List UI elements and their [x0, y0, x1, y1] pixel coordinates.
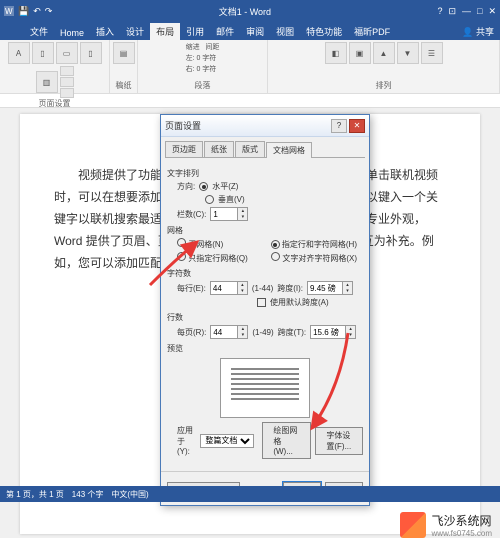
char-pitch-spinner[interactable]: ▴▾ — [307, 281, 353, 295]
position-button[interactable]: ◧ — [325, 42, 347, 64]
apply-to-select[interactable]: 整篇文档 — [200, 434, 254, 448]
tab-view[interactable]: 视图 — [270, 23, 300, 40]
indent-right[interactable]: 右: 0 字符 — [186, 64, 217, 74]
line-numbers-button[interactable] — [60, 77, 74, 87]
per-line-range: (1-44) — [252, 284, 273, 293]
preview-box — [220, 358, 310, 418]
radio-char-align[interactable] — [271, 252, 280, 261]
dialog-title: 页面设置 — [165, 119, 201, 132]
section-lines: 行数 — [167, 312, 363, 323]
wrap-button[interactable]: ▣ — [349, 42, 371, 64]
columns-label: 栏数(C): — [177, 209, 206, 220]
per-line-spinner[interactable]: ▴▾ — [210, 281, 248, 295]
tab-references[interactable]: 引用 — [180, 23, 210, 40]
radio-line-char-grid[interactable] — [271, 240, 280, 249]
title-bar: W 💾 ↶ ↷ 文档1 - Word ? ⊡ — □ ✕ — [0, 0, 500, 22]
section-chars: 字符数 — [167, 268, 363, 279]
bring-forward-button[interactable]: ▲ — [373, 42, 395, 64]
per-line-label: 每行(E): — [177, 283, 206, 294]
tab-special[interactable]: 特色功能 — [300, 23, 348, 40]
word-icon: W — [4, 6, 14, 16]
selection-pane-button[interactable]: ☰ — [421, 42, 443, 64]
page-setup-dialog: 页面设置 ? ✕ 页边距 纸张 版式 文档网格 文字排列 方向: 水平(Z) 垂… — [160, 114, 370, 506]
status-page[interactable]: 第 1 页，共 1 页 — [6, 489, 64, 500]
status-bar: 第 1 页，共 1 页 143 个字 中文(中国) — [0, 486, 500, 502]
window-maximize-icon[interactable]: □ — [477, 6, 482, 16]
status-lang[interactable]: 中文(中国) — [111, 489, 148, 500]
line-pitch-label: 跨度(T): — [278, 327, 306, 338]
dialog-tabs: 页边距 纸张 版式 文档网格 — [165, 141, 365, 158]
document-title: 文档1 - Word — [52, 5, 437, 18]
watermark-url: www.fs0745.com — [432, 529, 492, 538]
section-grid: 网格 — [167, 225, 363, 236]
group-paragraph: 段落 — [195, 80, 211, 91]
columns-button[interactable]: ▥ — [36, 71, 58, 93]
apply-to-label: 应用于(Y): — [177, 425, 196, 456]
window-close-icon[interactable]: ✕ — [488, 6, 496, 17]
size-button[interactable]: ▯ — [80, 42, 102, 64]
tab-design[interactable]: 设计 — [120, 23, 150, 40]
tab-file[interactable]: 文件 — [24, 23, 54, 40]
line-pitch-spinner[interactable]: ▴▾ — [310, 325, 356, 339]
radio-vertical[interactable] — [205, 195, 214, 204]
char-pitch-label: 跨度(I): — [277, 283, 303, 294]
section-preview: 预览 — [167, 343, 363, 354]
svg-text:W: W — [5, 7, 13, 16]
indent-left[interactable]: 左: 0 字符 — [186, 53, 217, 63]
per-page-spinner[interactable]: ▴▾ — [210, 325, 248, 339]
qat-undo-icon[interactable]: ↶ — [33, 6, 41, 17]
dtab-margins[interactable]: 页边距 — [165, 141, 203, 157]
ribbon-tabs: 文件 Home 插入 设计 布局 引用 邮件 审阅 视图 特色功能 福昕PDF … — [0, 22, 500, 40]
use-default-pitch-checkbox[interactable] — [257, 298, 266, 307]
orientation-button[interactable]: ▭ — [56, 42, 78, 64]
font-settings-button[interactable]: 字体设置(F)... — [315, 427, 363, 455]
tab-insert[interactable]: 插入 — [90, 23, 120, 40]
window-minimize-icon[interactable]: — — [462, 6, 471, 16]
draw-grid-button[interactable]: 绘图网格(W)... — [262, 422, 311, 459]
gaozhi-button[interactable]: ▤ — [113, 42, 135, 64]
text-direction-button[interactable]: A — [8, 42, 30, 64]
ribbon-options-icon[interactable]: ⊡ — [448, 6, 456, 17]
dialog-help-icon[interactable]: ? — [331, 119, 347, 133]
qat-redo-icon[interactable]: ↷ — [45, 6, 53, 17]
share-button[interactable]: 👤 共享 — [456, 23, 500, 40]
tab-home[interactable]: Home — [54, 26, 90, 40]
dtab-grid[interactable]: 文档网格 — [266, 142, 312, 158]
dtab-layout[interactable]: 版式 — [235, 141, 265, 157]
watermark-name: 飞沙系统网 — [432, 512, 492, 529]
per-page-range: (1-49) — [252, 328, 273, 337]
watermark: 飞沙系统网 www.fs0745.com — [400, 512, 492, 538]
dtab-paper[interactable]: 纸张 — [204, 141, 234, 157]
section-text-direction: 文字排列 — [167, 168, 363, 179]
hyphenation-button[interactable] — [60, 88, 74, 98]
tab-foxit[interactable]: 福昕PDF — [348, 23, 396, 40]
ribbon: A ▯ ▭ ▯ ▥ 页面设置 ▤ 稿纸 缩进 间距 左: 0 字符 右: 0 字… — [0, 40, 500, 94]
tab-mailings[interactable]: 邮件 — [210, 23, 240, 40]
radio-line-grid[interactable] — [177, 252, 186, 261]
margins-button[interactable]: ▯ — [32, 42, 54, 64]
breaks-button[interactable] — [60, 66, 74, 76]
group-gaozhi: 稿纸 — [116, 80, 132, 91]
status-words[interactable]: 143 个字 — [72, 489, 104, 500]
columns-spinner[interactable]: ▴▾ — [210, 207, 248, 221]
watermark-logo-icon — [400, 512, 426, 538]
direction-label: 方向: — [177, 181, 195, 192]
qat-save-icon[interactable]: 💾 — [18, 6, 29, 17]
send-backward-button[interactable]: ▼ — [397, 42, 419, 64]
window-help-icon[interactable]: ? — [437, 6, 442, 16]
tab-review[interactable]: 审阅 — [240, 23, 270, 40]
radio-no-grid[interactable] — [177, 238, 186, 247]
radio-horizontal[interactable] — [199, 182, 208, 191]
per-page-label: 每页(R): — [177, 327, 206, 338]
group-arrange: 排列 — [376, 80, 392, 91]
dialog-close-icon[interactable]: ✕ — [349, 119, 365, 133]
tab-layout[interactable]: 布局 — [150, 23, 180, 40]
